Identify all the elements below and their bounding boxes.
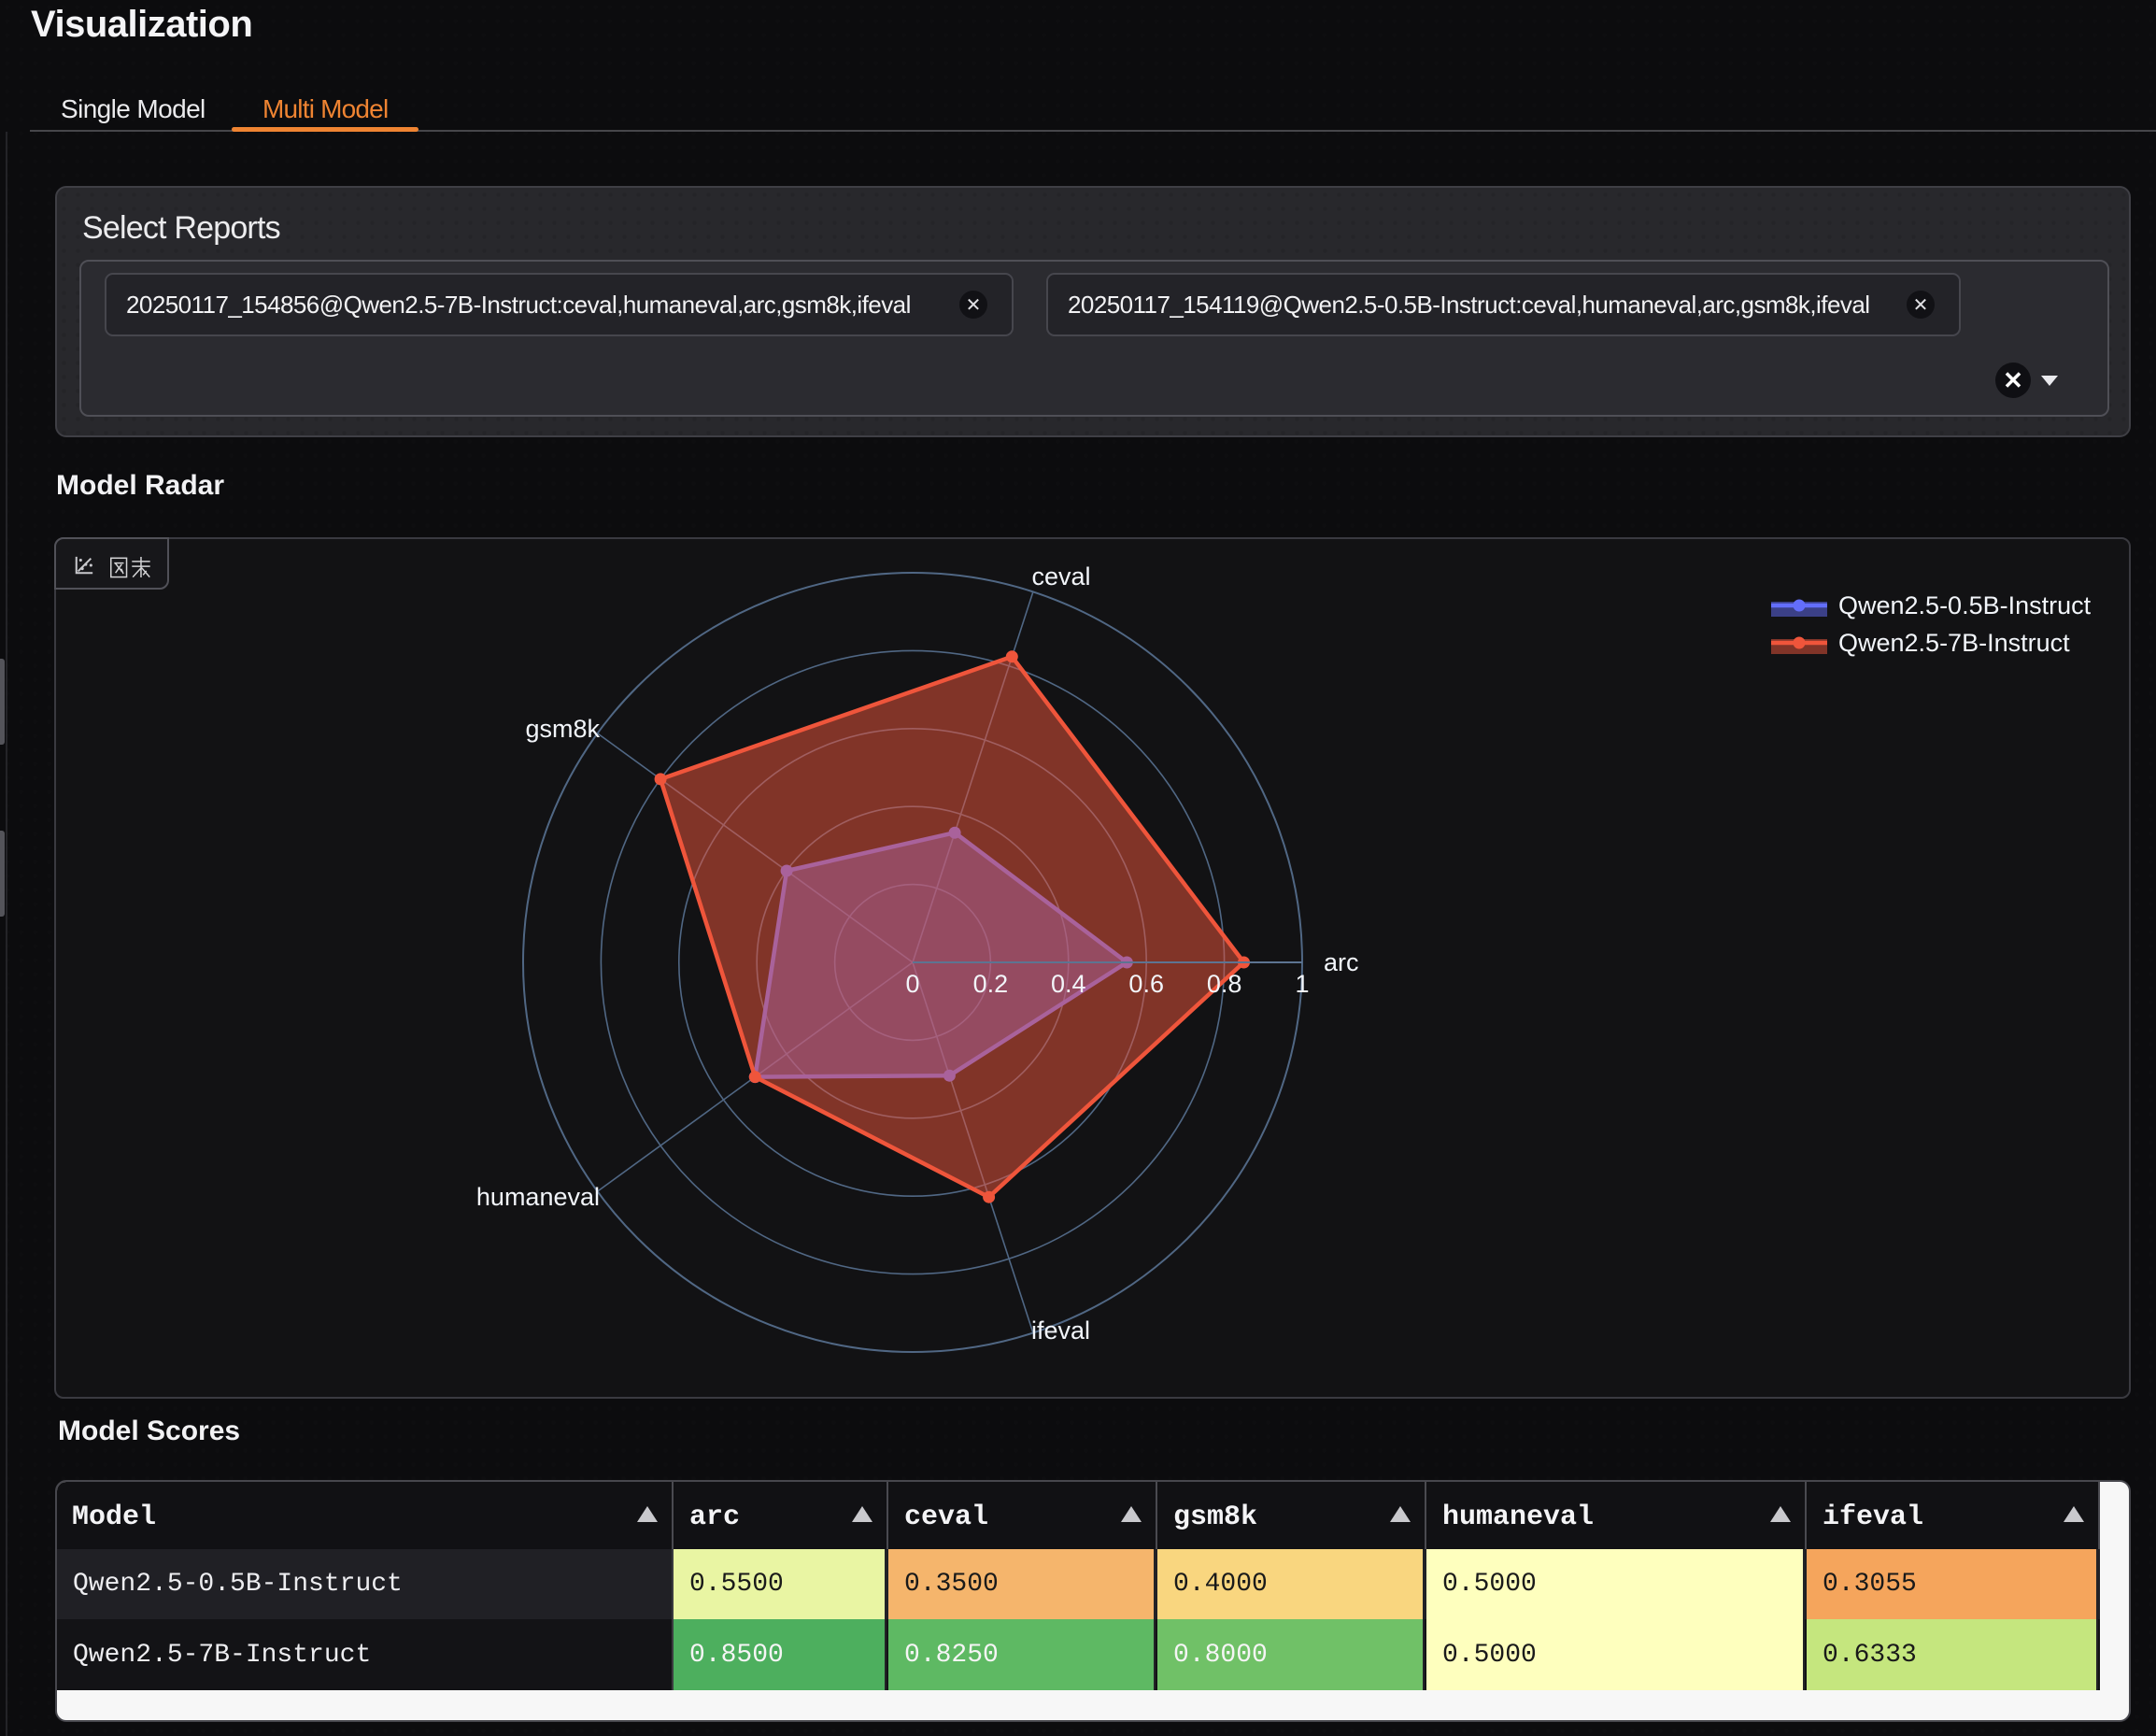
svg-text:0.8: 0.8	[1207, 970, 1242, 998]
svg-text:ceval: ceval	[1031, 562, 1090, 591]
svg-text:Qwen2.5-7B-Instruct: Qwen2.5-7B-Instruct	[1838, 629, 2070, 657]
svg-text:Qwen2.5-0.5B-Instruct: Qwen2.5-0.5B-Instruct	[1838, 591, 2092, 619]
svg-text:0: 0	[905, 970, 919, 998]
svg-text:arc: arc	[1324, 948, 1359, 976]
svg-text:gsm8k: gsm8k	[525, 715, 600, 743]
svg-text:1: 1	[1295, 970, 1309, 998]
svg-text:0.2: 0.2	[973, 970, 1009, 998]
svg-text:0.6: 0.6	[1128, 970, 1164, 998]
svg-text:0.4: 0.4	[1051, 970, 1086, 998]
svg-text:ifeval: ifeval	[1031, 1316, 1090, 1345]
svg-text:humaneval: humaneval	[476, 1183, 600, 1211]
